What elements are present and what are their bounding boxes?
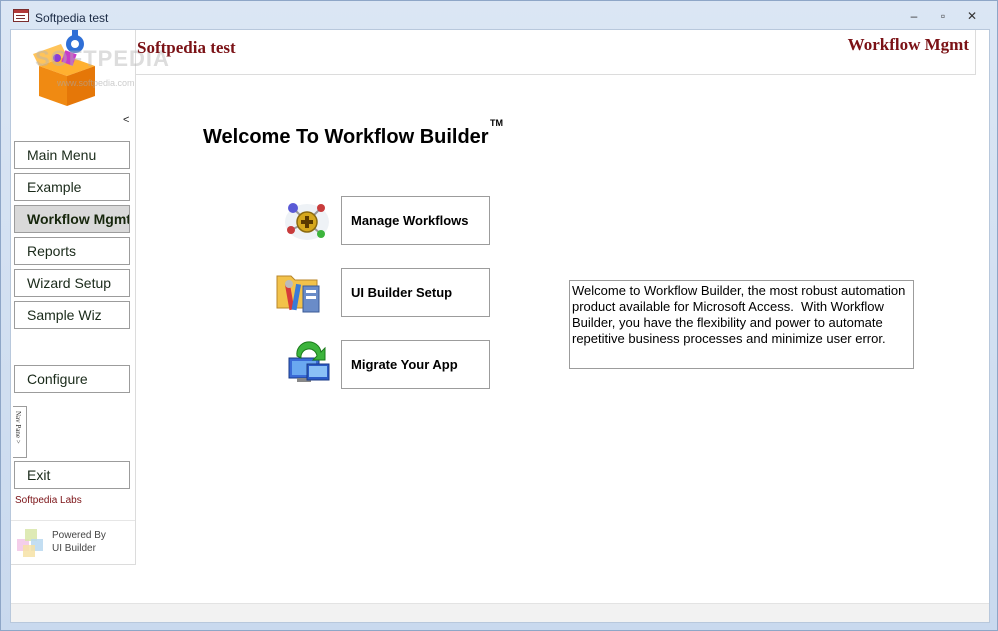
window-title: Softpedia test [35, 11, 109, 25]
powered-by-text: Powered By UI Builder [52, 529, 106, 555]
folder-tools-icon[interactable] [273, 266, 325, 316]
form-header: Softpedia test Workflow Mgmt [135, 30, 976, 75]
nav-pane-toggle-tab[interactable]: Nav Pane > [13, 406, 27, 458]
nav-reports-button[interactable]: Reports [14, 237, 130, 265]
app-window: Softpedia test – ▫ ✕ SOFTPEDIA www.softp… [0, 0, 998, 631]
manage-workflows-button[interactable]: Manage Workflows [341, 196, 490, 245]
nav-main-menu-button[interactable]: Main Menu [14, 141, 130, 169]
collapse-nav-button[interactable]: < [123, 114, 129, 126]
nav-configure-button[interactable]: Configure [14, 365, 130, 393]
nav-pane-tab-label: Nav Pane > [14, 411, 22, 444]
nav-pane: SOFTPEDIA www.softpedia.com < Main Menu … [11, 30, 169, 565]
migrate-your-app-button[interactable]: Migrate Your App [341, 340, 490, 389]
form-client-area: SOFTPEDIA www.softpedia.com < Main Menu … [10, 29, 990, 623]
close-button[interactable]: ✕ [961, 7, 983, 25]
powered-by-line1: Powered By [52, 530, 106, 541]
nav-wizard-setup-button[interactable]: Wizard Setup [14, 269, 130, 297]
maximize-button[interactable]: ▫ [932, 7, 954, 25]
welcome-description-box: Welcome to Workflow Builder, the most ro… [569, 280, 914, 369]
softpedia-labs-label: Softpedia Labs [15, 495, 82, 506]
nav-exit-button[interactable]: Exit [14, 461, 130, 489]
workflow-molecule-icon[interactable] [281, 196, 333, 246]
nav-sample-wiz-button[interactable]: Sample Wiz [14, 301, 130, 329]
nav-workflow-mgmt-button[interactable]: Workflow Mgmt [14, 205, 130, 233]
watermark-url: www.softpedia.com [57, 78, 135, 88]
trademark-label: TM [490, 118, 503, 128]
minimize-button[interactable]: – [903, 7, 925, 25]
nav-example-button[interactable]: Example [14, 173, 130, 201]
powered-by-line2: UI Builder [52, 543, 96, 554]
ui-builder-logo-icon [17, 529, 43, 557]
welcome-heading: Welcome To Workflow Builder [203, 126, 489, 148]
access-form-icon[interactable] [13, 9, 29, 22]
status-bar [11, 603, 989, 622]
title-bar[interactable]: Softpedia test – ▫ ✕ [1, 1, 997, 29]
form-title: Softpedia test [137, 38, 236, 57]
section-title: Workflow Mgmt [847, 35, 969, 54]
powered-by-badge: Powered By UI Builder [11, 520, 135, 565]
migrate-computer-icon[interactable] [283, 340, 335, 390]
ui-builder-setup-button[interactable]: UI Builder Setup [341, 268, 490, 317]
